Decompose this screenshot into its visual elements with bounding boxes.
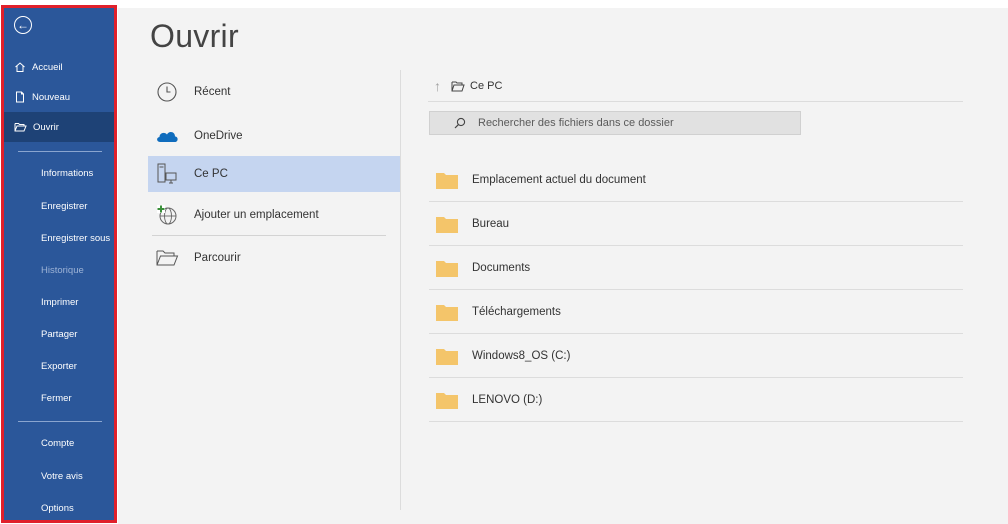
- sidebar-item-label: Ouvrir: [33, 121, 59, 133]
- sidebar-item-fermer[interactable]: Fermer: [4, 386, 114, 412]
- up-arrow-icon[interactable]: ↑: [434, 78, 441, 94]
- folder-name: Windows8_OS (C:): [472, 349, 571, 362]
- folder-icon: [436, 216, 458, 233]
- page-title: Ouvrir: [150, 18, 239, 54]
- location-divider: [152, 235, 386, 236]
- location-label: OneDrive: [194, 130, 243, 142]
- folder-open-icon: [451, 81, 465, 91]
- arrow-left-circle-icon: ←: [17, 18, 29, 32]
- folder-name: Documents: [472, 261, 531, 274]
- new-document-icon: [16, 91, 24, 103]
- pc-icon: [154, 161, 180, 187]
- folder-icon: [436, 348, 458, 365]
- location-onedrive[interactable]: OneDrive: [148, 118, 400, 154]
- sidebar-item-ouvrir[interactable]: Ouvrir: [4, 112, 114, 142]
- home-icon: [15, 62, 25, 72]
- folder-icon: [436, 392, 458, 409]
- sidebar-item-compte[interactable]: Compte: [4, 431, 114, 457]
- breadcrumb: ↑ Ce PC: [434, 78, 502, 94]
- sidebar-item-votre-avis[interactable]: Votre avis: [4, 464, 114, 490]
- back-button[interactable]: ←: [14, 16, 32, 34]
- sidebar-item-enregistrer-sous[interactable]: Enregistrer sous: [4, 226, 114, 252]
- sidebar-divider: [18, 421, 102, 422]
- folder-name: Téléchargements: [472, 305, 561, 318]
- folder-icon: [436, 304, 458, 321]
- open-panel: Ouvrir Récent OneDrive Ce PC Ajouter un …: [118, 8, 1008, 524]
- sidebar-item-partager[interactable]: Partager: [4, 322, 114, 348]
- add-place-icon: [154, 202, 180, 228]
- open-folder-icon: [14, 123, 27, 132]
- folder-icon: [436, 260, 458, 277]
- location-parcourir[interactable]: Parcourir: [148, 240, 400, 276]
- sidebar-item-label: Nouveau: [32, 91, 71, 103]
- location-add-place[interactable]: Ajouter un emplacement: [148, 197, 400, 233]
- sidebar-item-informations[interactable]: Informations: [4, 161, 114, 187]
- cloud-icon: [154, 123, 180, 149]
- location-label: Récent: [194, 86, 231, 98]
- sidebar-item-exporter[interactable]: Exporter: [4, 354, 114, 380]
- folder-open-icon: [154, 245, 180, 271]
- sidebar-item-historique: Historique: [41, 265, 84, 276]
- path-divider: [428, 101, 963, 102]
- folder-row[interactable]: Téléchargements: [429, 290, 963, 334]
- folder-row[interactable]: LENOVO (D:): [429, 378, 963, 422]
- folder-row[interactable]: Documents: [429, 246, 963, 290]
- sidebar-divider: [18, 151, 102, 152]
- panel-separator: [400, 70, 401, 510]
- backstage-sidebar: ← Accueil Nouveau Ouvrir Informations En…: [1, 5, 117, 523]
- location-label: Ajouter un emplacement: [194, 209, 319, 221]
- sidebar-item-accueil[interactable]: Accueil: [4, 52, 114, 82]
- location-label: Parcourir: [194, 252, 241, 264]
- clock-icon: [154, 79, 180, 105]
- sidebar-item-options[interactable]: Options: [4, 496, 114, 522]
- location-ce-pc[interactable]: Ce PC: [148, 156, 400, 192]
- folder-row[interactable]: Emplacement actuel du document: [429, 158, 963, 202]
- sidebar-item-imprimer[interactable]: Imprimer: [4, 290, 114, 316]
- folder-name: Bureau: [472, 217, 510, 230]
- sidebar-item-enregistrer[interactable]: Enregistrer: [4, 194, 114, 220]
- search-box[interactable]: [429, 111, 801, 135]
- breadcrumb-location[interactable]: Ce PC: [470, 80, 502, 92]
- location-label: Ce PC: [194, 168, 228, 180]
- sidebar-item-nouveau[interactable]: Nouveau: [4, 82, 114, 112]
- folder-icon: [436, 172, 458, 189]
- folder-row[interactable]: Windows8_OS (C:): [429, 334, 963, 378]
- folder-name: LENOVO (D:): [472, 393, 543, 406]
- search-input[interactable]: [476, 116, 780, 130]
- folder-name: Emplacement actuel du document: [472, 173, 646, 186]
- folder-row[interactable]: Bureau: [429, 202, 963, 246]
- location-recent[interactable]: Récent: [148, 74, 400, 110]
- search-icon: [454, 117, 466, 129]
- sidebar-item-label: Accueil: [32, 61, 63, 73]
